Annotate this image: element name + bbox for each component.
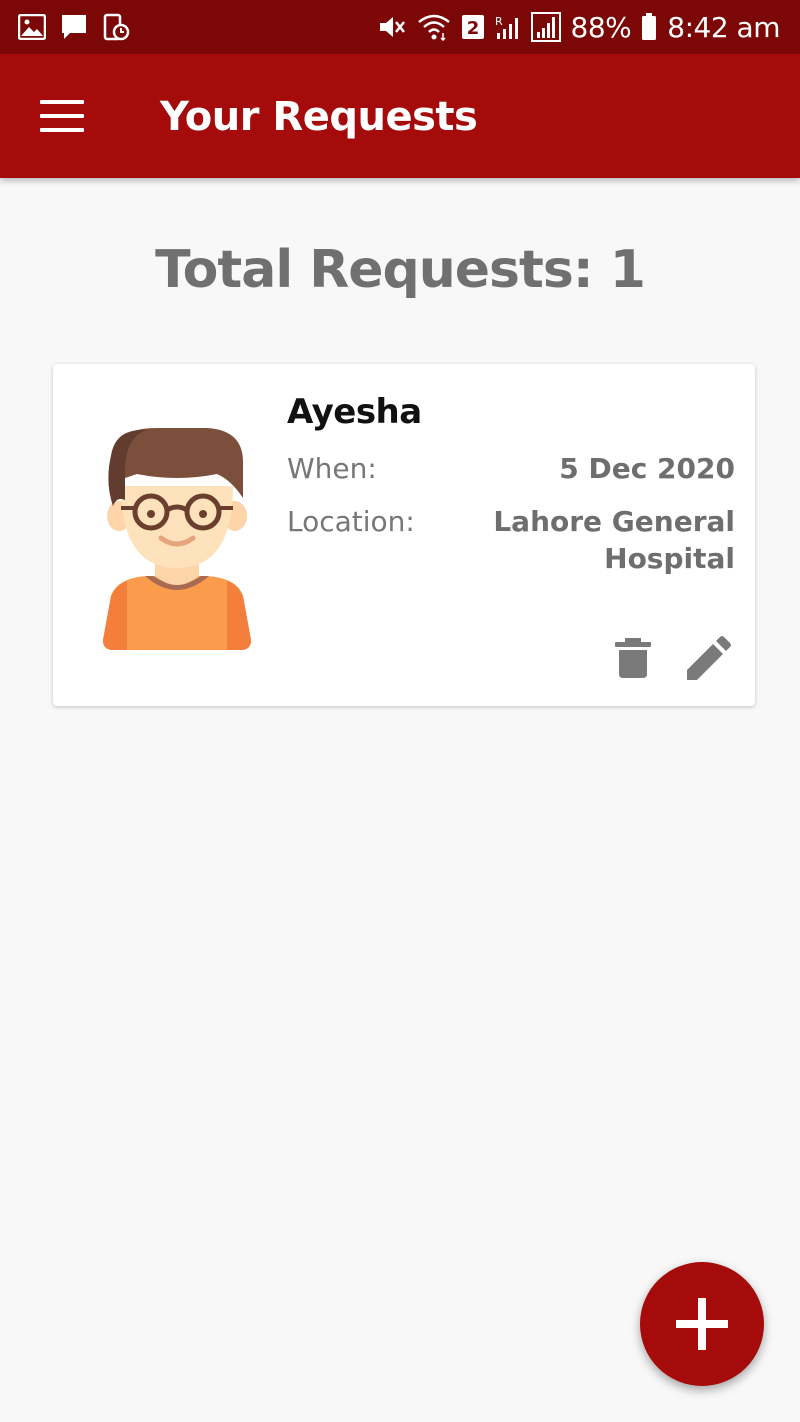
location-label: Location: xyxy=(287,505,415,538)
sim-badge-text: 2 xyxy=(466,18,479,39)
clock: 8:42 am xyxy=(667,10,780,44)
edit-button[interactable] xyxy=(685,636,731,680)
person-avatar xyxy=(97,426,257,652)
when-value: 5 Dec 2020 xyxy=(559,452,735,485)
add-request-button[interactable] xyxy=(640,1262,764,1386)
location-value: Lahore General Hospital xyxy=(493,505,735,575)
page-title: Your Requests xyxy=(160,94,478,140)
signal-r-icon: R xyxy=(495,13,521,41)
status-right-icons: 2 R 88% 8:42 am xyxy=(367,11,780,44)
edit-icon xyxy=(687,636,731,680)
when-label: When: xyxy=(287,452,377,485)
battery-percent: 88% xyxy=(570,10,632,44)
battery-icon xyxy=(641,13,657,41)
screenshot-icon xyxy=(102,13,130,41)
app-bar: Your Requests xyxy=(0,54,800,178)
message-icon xyxy=(60,13,88,41)
menu-button[interactable] xyxy=(40,100,84,132)
wifi-icon xyxy=(417,13,451,41)
request-name: Ayesha xyxy=(287,392,422,432)
request-card[interactable]: Ayesha When: 5 Dec 2020 Location: Lahore… xyxy=(53,364,755,706)
total-requests-heading: Total Requests: 1 xyxy=(155,240,646,300)
delete-button[interactable] xyxy=(613,636,653,680)
sim-badge-icon: 2 xyxy=(461,14,485,40)
delete-icon xyxy=(615,638,651,678)
status-bar: 2 R 88% 8:42 am xyxy=(0,0,800,54)
signal-icon xyxy=(530,12,561,42)
plus-icon xyxy=(676,1298,728,1350)
mute-icon xyxy=(377,13,407,41)
status-left-icons xyxy=(18,13,144,41)
gallery-icon xyxy=(18,14,46,40)
svg-text:R: R xyxy=(495,15,503,28)
